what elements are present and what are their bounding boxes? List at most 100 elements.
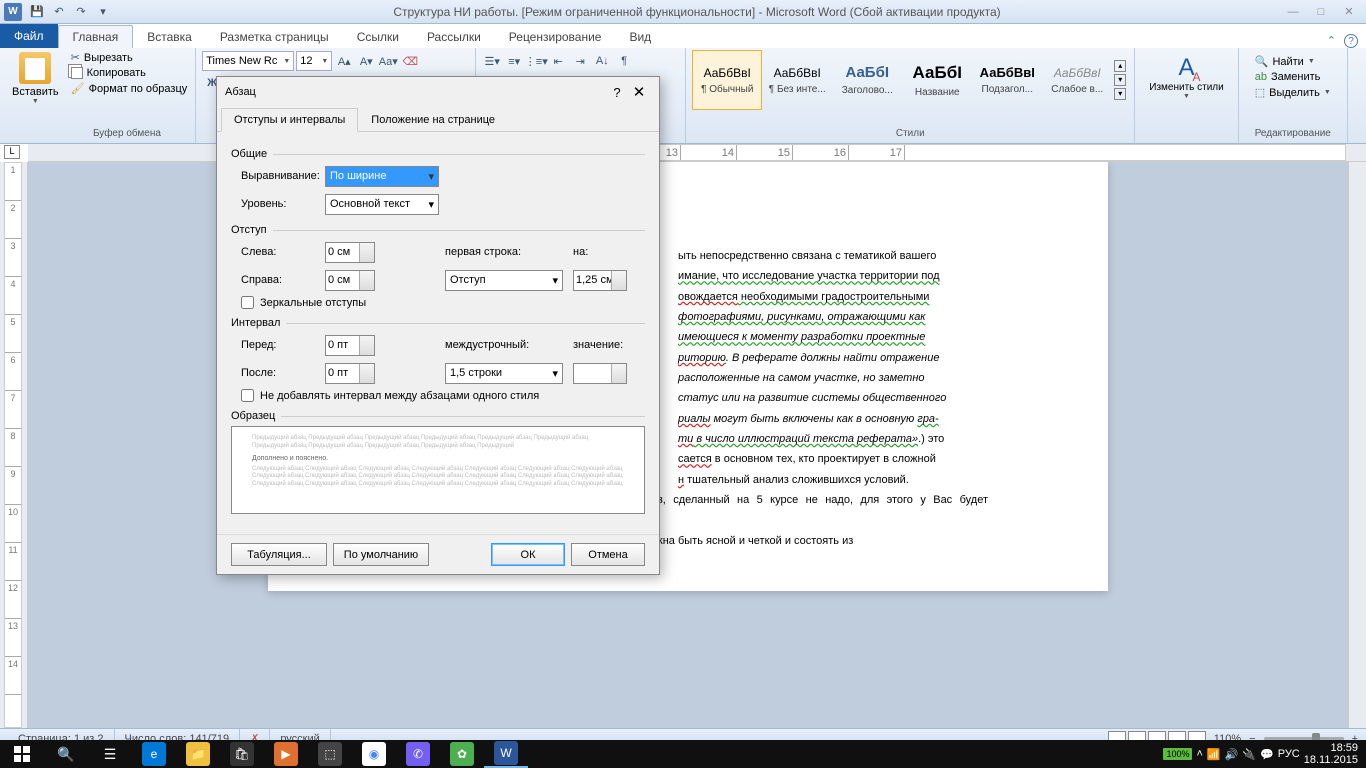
explorer-button[interactable]: 📁 — [176, 740, 220, 768]
styles-group-label: Стили — [692, 128, 1128, 141]
battery-status[interactable]: 100% — [1163, 748, 1192, 760]
vertical-scrollbar[interactable] — [1348, 162, 1366, 728]
maximize-button[interactable]: □ — [1308, 2, 1334, 22]
store-button[interactable]: 🛍 — [220, 740, 264, 768]
search-button[interactable]: 🔍 — [44, 740, 88, 768]
media-button[interactable]: ▶ — [264, 740, 308, 768]
ribbon-minimize-icon[interactable]: ⌃ — [1327, 34, 1336, 48]
qat-dropdown-icon[interactable]: ▾ — [92, 2, 114, 22]
pilcrow-icon[interactable]: ¶ — [614, 51, 634, 71]
clock[interactable]: 18:59 18.11.2015 — [1304, 742, 1358, 766]
references-tab[interactable]: Ссылки — [343, 25, 413, 48]
tray-chevron-icon[interactable]: ˄ — [1196, 748, 1202, 760]
styles-scroll-down[interactable]: ▾ — [1114, 74, 1126, 86]
task-view-button[interactable]: ☰ — [88, 740, 132, 768]
scissors-icon: ✂ — [71, 51, 80, 64]
indent-right-input[interactable]: 0 см — [325, 270, 375, 291]
style-item[interactable]: АаБбВвІ¶ Без инте... — [762, 50, 832, 110]
alignment-select[interactable]: По ширине▾ — [325, 166, 439, 187]
multilevel-icon[interactable]: ⋮≡▾ — [526, 51, 546, 71]
tabs-button[interactable]: Табуляция... — [231, 543, 327, 566]
styles-more-button[interactable]: ▾ — [1114, 88, 1126, 100]
numbering-icon[interactable]: ≡▾ — [504, 51, 524, 71]
redo-icon[interactable]: ↷ — [70, 2, 92, 22]
help-icon[interactable]: ? — [1344, 34, 1358, 48]
space-before-input[interactable]: 0 пт — [325, 335, 375, 356]
start-button[interactable] — [0, 740, 44, 768]
style-item[interactable]: АаБбВвІ¶ Обычный — [692, 50, 762, 110]
copy-button[interactable]: Копировать — [69, 66, 190, 80]
style-item[interactable]: АаБбІНазвание — [902, 50, 972, 110]
undo-icon[interactable]: ↶ — [48, 2, 70, 22]
brush-icon: 🖌 — [71, 82, 85, 95]
outline-level-label: Уровень: — [231, 198, 325, 210]
line-spacing-select[interactable]: 1,5 строки▾ — [445, 363, 563, 384]
mailings-tab[interactable]: Рассылки — [413, 25, 495, 48]
find-button[interactable]: 🔍Найти ▼ — [1253, 54, 1333, 69]
taskbar: 🔍 ☰ e 📁 🛍 ▶ ⬚ ◉ ✆ ✿ W 100% ˄ 📶 🔊 🔌 💬 РУС… — [0, 740, 1366, 768]
word-taskbar-button[interactable]: W — [484, 740, 528, 768]
select-button[interactable]: ⬚Выделить ▼ — [1253, 85, 1333, 100]
line-spacing-at-input[interactable] — [573, 363, 627, 384]
sort-icon[interactable]: A↓ — [592, 51, 612, 71]
dialog-help-button[interactable]: ? — [607, 85, 627, 100]
format-painter-button[interactable]: 🖌Формат по образцу — [69, 81, 190, 96]
view-tab[interactable]: Вид — [615, 25, 665, 48]
first-line-select[interactable]: Отступ▾ — [445, 270, 563, 291]
default-button[interactable]: По умолчанию — [333, 543, 429, 566]
space-before-label: Перед: — [231, 339, 325, 351]
dialog-tab-indents[interactable]: Отступы и интервалы — [221, 108, 358, 132]
change-case-icon[interactable]: Aa▾ — [378, 51, 398, 71]
style-item[interactable]: АаБбІЗаголово... — [832, 50, 902, 110]
clear-format-icon[interactable]: ⌫ — [400, 51, 420, 71]
viber-button[interactable]: ✆ — [396, 740, 440, 768]
chevron-down-icon: ▼ — [1183, 93, 1190, 100]
font-name-select[interactable]: Times New Rc▼ — [202, 51, 294, 71]
power-icon[interactable]: 🔌 — [1242, 748, 1256, 761]
increase-indent-icon[interactable]: ⇥ — [570, 51, 590, 71]
no-space-checkbox[interactable]: Не добавлять интервал между абзацами одн… — [231, 389, 645, 402]
review-tab[interactable]: Рецензирование — [495, 25, 616, 48]
edge-button[interactable]: e — [132, 740, 176, 768]
ok-button[interactable]: ОК — [491, 543, 565, 566]
indent-left-input[interactable]: 0 см — [325, 242, 375, 263]
cut-button[interactable]: ✂Вырезать — [69, 50, 190, 65]
network-icon[interactable]: 📶 — [1207, 748, 1221, 761]
paragraph-dialog: Абзац ? ✕ Отступы и интервалы Положение … — [216, 76, 660, 575]
home-tab[interactable]: Главная — [58, 25, 134, 48]
first-line-by-input[interactable]: 1,25 см — [573, 270, 627, 291]
font-size-select[interactable]: 12▼ — [296, 51, 332, 71]
layout-tab[interactable]: Разметка страницы — [206, 25, 343, 48]
styles-scroll-up[interactable]: ▴ — [1114, 60, 1126, 72]
notification-icon[interactable]: 💬 — [1260, 748, 1274, 761]
dialog-title: Абзац — [225, 86, 607, 98]
insert-tab[interactable]: Вставка — [133, 25, 206, 48]
minimize-button[interactable]: — — [1280, 2, 1306, 22]
chrome-button[interactable]: ◉ — [352, 740, 396, 768]
grow-font-icon[interactable]: A▴ — [334, 51, 354, 71]
icq-button[interactable]: ✿ — [440, 740, 484, 768]
taskbar-app-1[interactable]: ⬚ — [308, 740, 352, 768]
file-tab[interactable]: Файл — [0, 24, 58, 48]
close-button[interactable]: ✕ — [1336, 2, 1362, 22]
replace-button[interactable]: abЗаменить — [1253, 70, 1333, 84]
change-styles-button[interactable]: AA Изменить стили ▼ — [1141, 50, 1231, 104]
tab-stop-selector[interactable]: L — [4, 145, 20, 159]
decrease-indent-icon[interactable]: ⇤ — [548, 51, 568, 71]
space-after-input[interactable]: 0 пт — [325, 363, 375, 384]
style-item[interactable]: АаБбВвІПодзагол... — [972, 50, 1042, 110]
paste-button[interactable]: Вставить ▼ — [6, 50, 65, 141]
cancel-button[interactable]: Отмена — [571, 543, 645, 566]
bullets-icon[interactable]: ☰▾ — [482, 51, 502, 71]
style-item[interactable]: АаБбВвІСлабое в... — [1042, 50, 1112, 110]
section-preview-label: Образец — [231, 410, 281, 422]
vertical-ruler[interactable]: 1234567891011121314 — [0, 162, 28, 728]
dialog-tab-position[interactable]: Положение на странице — [358, 108, 508, 132]
outline-level-select[interactable]: Основной текст▾ — [325, 194, 439, 215]
shrink-font-icon[interactable]: A▾ — [356, 51, 376, 71]
mirror-indents-checkbox[interactable]: Зеркальные отступы — [231, 296, 645, 309]
save-icon[interactable]: 💾 — [26, 2, 48, 22]
language-indicator[interactable]: РУС — [1278, 748, 1300, 760]
dialog-close-button[interactable]: ✕ — [627, 83, 651, 101]
volume-icon[interactable]: 🔊 — [1225, 748, 1239, 761]
